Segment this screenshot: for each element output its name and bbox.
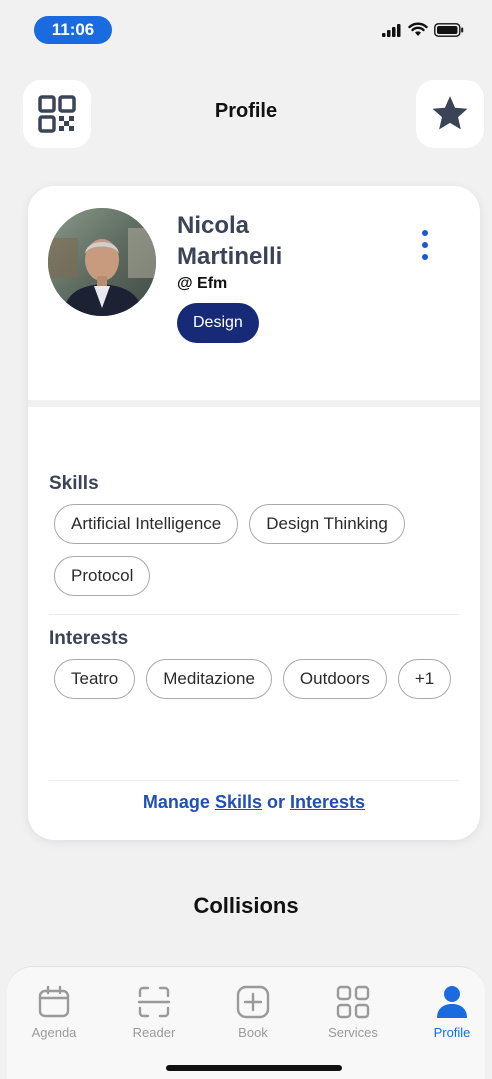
avatar-photo [48,208,156,316]
skill-chip[interactable]: Design Thinking [249,504,405,544]
star-icon [432,96,468,130]
interests-divider [49,780,459,781]
tab-bar: Agenda Reader Book Services Profile [7,966,485,1079]
calendar-icon [38,985,70,1018]
tab-label: Book [238,1025,268,1040]
tab-agenda[interactable]: Agenda [14,985,94,1040]
avatar[interactable] [48,208,156,316]
battery-icon [434,22,464,37]
tab-reader[interactable]: Reader [114,985,194,1040]
status-bar: 11:06 [0,0,492,56]
profile-name: Nicola Martinelli [177,210,377,272]
tab-label: Services [328,1025,378,1040]
section-divider [28,400,480,407]
interests-title: Interests [49,628,129,649]
person-icon [437,986,467,1018]
profile-handle: @ Efm [177,275,228,292]
home-indicator [166,1065,342,1071]
profile-first-name: Nicola [177,212,250,239]
role-badge: Design [177,303,259,343]
skills-chips: Artificial Intelligence Design Thinking … [54,504,464,596]
tab-label: Reader [132,1025,176,1040]
profile-card: Nicola Martinelli @ Efm Design Skills Ar… [28,186,480,840]
tab-services[interactable]: Services [313,985,393,1040]
tab-profile[interactable]: Profile [412,985,492,1040]
profile-last-name: Martinelli [177,243,283,270]
tab-label: Agenda [31,1025,77,1040]
more-interests-chip[interactable]: +1 [397,659,452,699]
interest-chip[interactable]: Teatro [54,659,136,699]
interest-chip[interactable]: Meditazione [146,659,272,699]
grid-icon [336,985,370,1019]
skills-divider [49,614,459,615]
more-dot-icon [422,254,428,260]
status-icons [382,22,464,37]
scan-icon [137,986,171,1018]
collisions-title: Collisions [193,893,299,918]
skill-chip[interactable]: Protocol [54,556,151,596]
manage-skills-link[interactable]: Skills [215,792,262,812]
wifi-icon [408,22,428,36]
plus-square-icon [236,985,270,1019]
manage-prefix: Manage [142,792,210,812]
more-dot-icon [422,242,428,248]
favorite-button[interactable] [416,80,484,148]
interest-chip[interactable]: Outdoors [282,659,387,699]
tab-book[interactable]: Book [213,985,293,1040]
manage-or: or [267,792,286,812]
status-time: 11:06 [34,16,112,44]
more-dot-icon [422,230,428,236]
more-options-button[interactable] [420,230,430,260]
manage-interests-link[interactable]: Interests [290,792,365,812]
skill-chip[interactable]: Artificial Intelligence [54,504,239,544]
interests-chips: Teatro Meditazione Outdoors +1 [54,659,464,699]
signal-icon [382,23,401,37]
tab-label: Profile [433,1025,471,1040]
manage-skills-interests: Manage Skills or Interests [28,792,480,813]
skills-title: Skills [49,473,99,494]
